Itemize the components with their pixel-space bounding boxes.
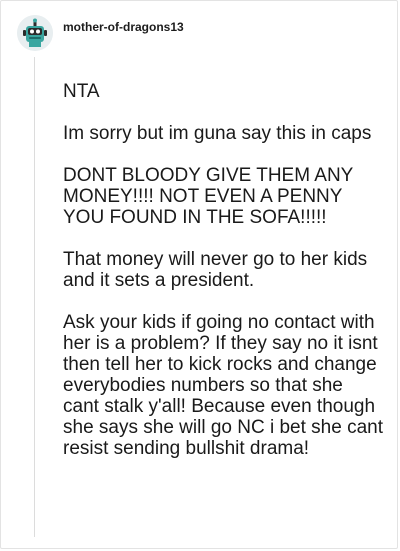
comment-paragraph: DONT BLOODY GIVE THEM ANY MONEY!!!! NOT …	[63, 165, 354, 228]
comment-paragraph: Im sorry but im guna say this in caps	[63, 123, 372, 144]
comment-paragraph: NTA	[63, 81, 100, 102]
comment-paragraph: Ask your kids if going no contact with h…	[63, 312, 383, 459]
thread-collapse-line[interactable]	[34, 57, 35, 537]
user-avatar[interactable]	[17, 15, 53, 51]
comment-card: mother-of-dragons13 NTA Im sorry but im …	[0, 0, 398, 549]
comment-body: NTA Im sorry but im guna say this in cap…	[63, 81, 383, 480]
username[interactable]: mother-of-dragons13	[63, 20, 184, 34]
comment-paragraph: That money will never go to her kids and…	[63, 249, 368, 291]
robot-avatar-icon	[17, 15, 53, 51]
comment-header: mother-of-dragons13	[17, 15, 184, 51]
